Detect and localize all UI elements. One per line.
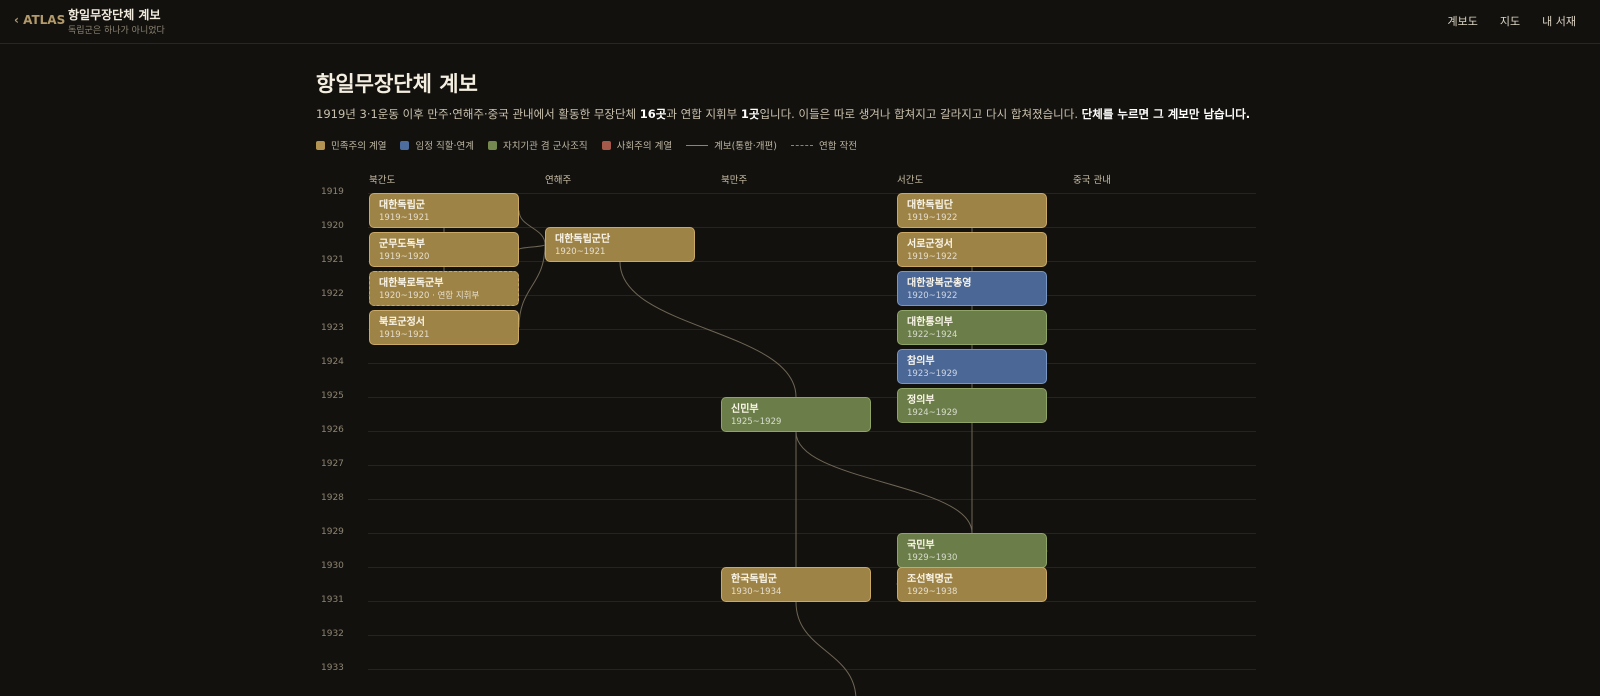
group-name: 신민부 xyxy=(731,404,759,415)
group-name: 대한북로독군부 xyxy=(379,278,444,289)
group-name: 군무도독부 xyxy=(379,239,425,250)
group-node[interactable]: 대한광복군총영 1920~1922 xyxy=(897,271,1047,306)
group-years: 1929~1930 xyxy=(907,553,958,563)
group-years: 1920~1920 · 연합 지휘부 xyxy=(379,291,480,301)
group-years: 1920~1922 xyxy=(907,291,958,301)
group-name: 정의부 xyxy=(907,395,935,406)
lineage-link xyxy=(795,431,973,534)
lineage-link xyxy=(518,244,546,328)
group-node[interactable]: 대한북로독군부 1920~1920 · 연합 지휘부 xyxy=(369,271,519,306)
group-years: 1919~1922 xyxy=(907,213,958,223)
group-node[interactable]: 군무도독부 1919~1920 xyxy=(369,232,519,267)
group-years: 1919~1921 xyxy=(379,213,430,223)
lineage-link xyxy=(518,244,546,250)
group-name: 대한통의부 xyxy=(907,317,953,328)
group-name: 조선혁명군 xyxy=(907,574,953,585)
group-years: 1925~1929 xyxy=(731,417,782,427)
group-name: 대한독립단 xyxy=(907,200,953,211)
group-name: 한국독립군 xyxy=(731,574,777,585)
lineage-link xyxy=(795,601,857,696)
group-node[interactable]: 정의부 1924~1929 xyxy=(897,388,1047,423)
group-years: 1919~1922 xyxy=(907,252,958,262)
group-name: 국민부 xyxy=(907,540,935,551)
group-name: 대한광복군총영 xyxy=(907,278,972,289)
group-node[interactable]: 대한독립단 1919~1922 xyxy=(897,193,1047,228)
group-node[interactable]: 대한독립군 1919~1921 xyxy=(369,193,519,228)
group-node[interactable]: 참의부 1923~1929 xyxy=(897,349,1047,384)
group-years: 1922~1924 xyxy=(907,330,958,340)
group-years: 1920~1921 xyxy=(555,247,606,257)
group-node[interactable]: 북로군정서 1919~1921 xyxy=(369,310,519,345)
group-node[interactable]: 대한독립군단 1920~1921 xyxy=(545,227,695,262)
group-years: 1929~1938 xyxy=(907,587,958,597)
group-node[interactable]: 한국독립군 1930~1934 xyxy=(721,567,871,602)
group-years: 1919~1921 xyxy=(379,330,430,340)
group-name: 대한독립군단 xyxy=(555,234,611,245)
group-node[interactable]: 신민부 1925~1929 xyxy=(721,397,871,432)
group-node[interactable]: 서로군정서 1919~1922 xyxy=(897,232,1047,267)
group-name: 대한독립군 xyxy=(379,200,425,211)
lineage-link xyxy=(619,261,797,398)
group-years: 1930~1934 xyxy=(731,587,782,597)
group-node[interactable]: 대한통의부 1922~1924 xyxy=(897,310,1047,345)
group-years: 1923~1929 xyxy=(907,369,958,379)
group-name: 참의부 xyxy=(907,356,935,367)
group-years: 1919~1920 xyxy=(379,252,430,262)
group-name: 북로군정서 xyxy=(379,317,425,328)
group-years: 1924~1929 xyxy=(907,408,958,418)
group-node[interactable]: 국민부 1929~1930 xyxy=(897,533,1047,568)
lineage-link xyxy=(518,210,546,245)
group-name: 서로군정서 xyxy=(907,239,953,250)
group-node[interactable]: 조선혁명군 1929~1938 xyxy=(897,567,1047,602)
